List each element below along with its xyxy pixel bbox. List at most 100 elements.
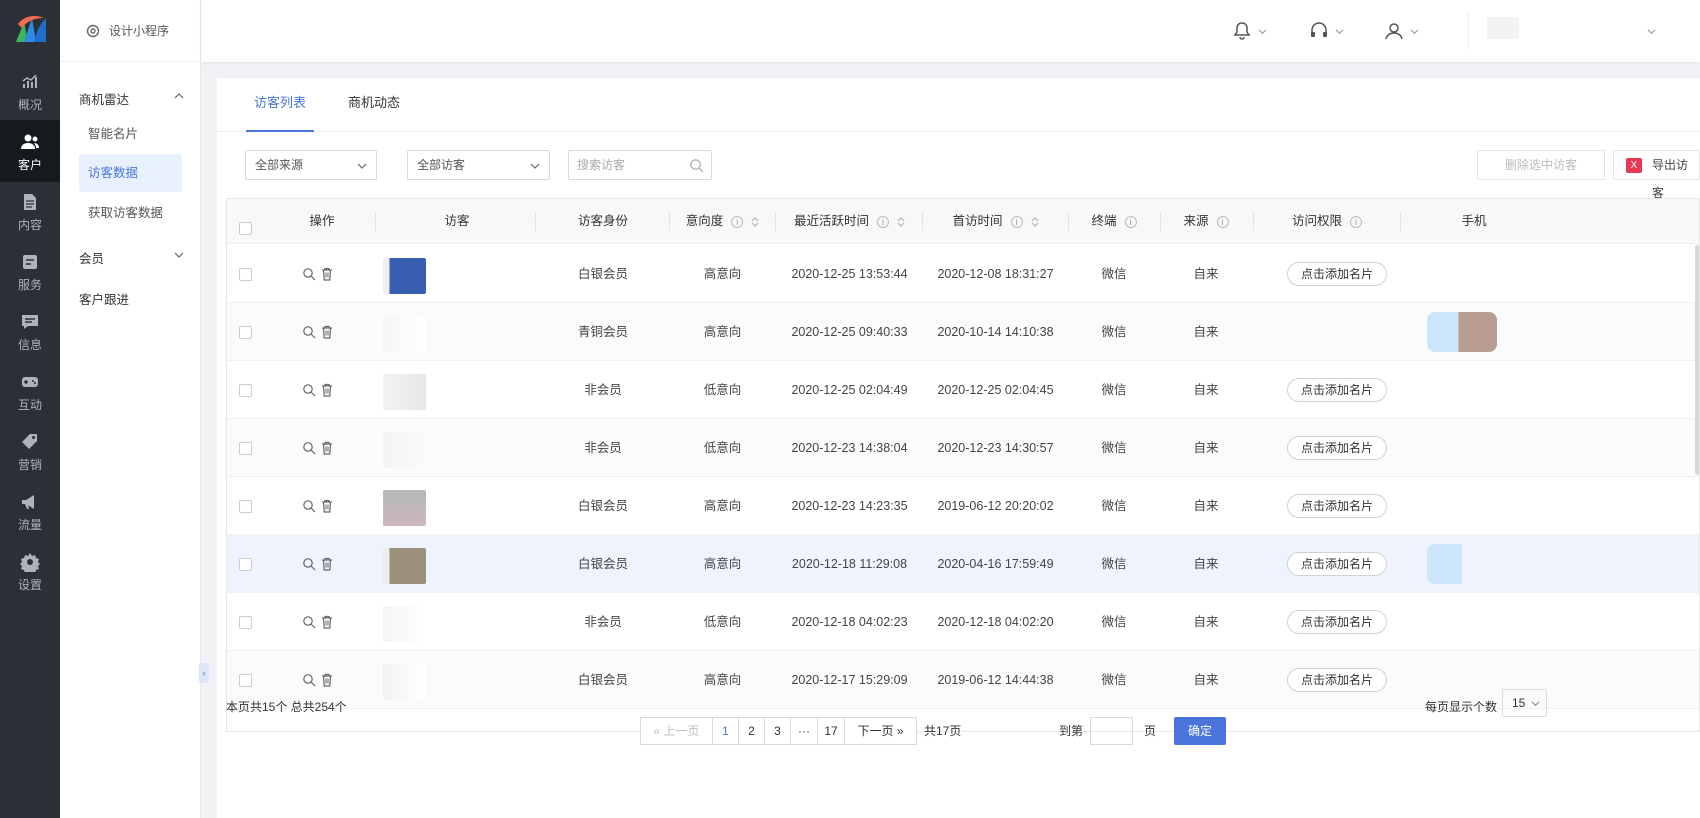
add-card-button[interactable]: 点击添加名片 bbox=[1287, 552, 1387, 576]
store-switcher[interactable] bbox=[1468, 12, 1668, 50]
row-checkbox[interactable] bbox=[239, 268, 252, 281]
delete-selected-button[interactable]: 删除选中访客 bbox=[1477, 150, 1605, 180]
table-row[interactable]: 非会员 低意向 2020-12-25 02:04:49 2020-12-25 02:0… bbox=[227, 361, 1699, 419]
trash-icon[interactable] bbox=[320, 383, 334, 397]
rail-item-content[interactable]: 内容 bbox=[0, 180, 60, 242]
add-card-button[interactable]: 点击添加名片 bbox=[1287, 378, 1387, 402]
search-icon[interactable] bbox=[302, 267, 316, 281]
visitor-avatar[interactable] bbox=[383, 664, 426, 700]
row-checkbox[interactable] bbox=[239, 384, 252, 397]
visitor-avatar[interactable] bbox=[383, 490, 426, 526]
page-ellipsis[interactable]: ··· bbox=[790, 717, 818, 745]
page-button-3[interactable]: 3 bbox=[764, 717, 791, 745]
rail-item-service[interactable]: 服务 bbox=[0, 240, 60, 302]
visitor-avatar[interactable] bbox=[383, 606, 426, 642]
search-icon[interactable] bbox=[302, 325, 316, 339]
visitor-avatar[interactable] bbox=[383, 258, 426, 294]
page-button-17[interactable]: 17 bbox=[817, 717, 845, 745]
page-button-1[interactable]: 1 bbox=[712, 717, 739, 745]
visitor-avatar[interactable] bbox=[383, 432, 426, 468]
menu-group-opportunity-radar[interactable]: 商机雷达 bbox=[79, 89, 184, 108]
search-icon[interactable] bbox=[302, 499, 316, 513]
menu-item-smart-card[interactable]: 智能名片 bbox=[79, 115, 182, 153]
notification-dropdown[interactable] bbox=[1232, 20, 1267, 42]
row-checkbox[interactable] bbox=[239, 442, 252, 455]
info-icon[interactable]: i bbox=[1216, 215, 1229, 228]
menu-group-member[interactable]: 会员 bbox=[79, 248, 184, 267]
rail-item-settings[interactable]: 设置 bbox=[0, 540, 60, 602]
search-icon[interactable] bbox=[302, 615, 316, 629]
menu-item-get-visitor-data[interactable]: 获取访客数据 bbox=[79, 194, 182, 232]
row-checkbox[interactable] bbox=[239, 558, 252, 571]
th-first-visit[interactable]: 首访时间 i bbox=[923, 199, 1068, 244]
info-icon[interactable]: i bbox=[731, 215, 744, 228]
sort-icon[interactable] bbox=[897, 216, 905, 228]
row-checkbox[interactable] bbox=[239, 500, 252, 513]
page-button-2[interactable]: 2 bbox=[738, 717, 765, 745]
visitor-avatar[interactable] bbox=[383, 374, 426, 410]
menu-item-visitor-data[interactable]: 访客数据 bbox=[79, 154, 182, 192]
trash-icon[interactable] bbox=[320, 267, 334, 281]
search-icon[interactable] bbox=[302, 383, 316, 397]
table-row[interactable]: 白银会员 高意向 2020-12-23 14:23:35 2019-06-12 20:… bbox=[227, 477, 1699, 535]
search-icon[interactable] bbox=[689, 158, 704, 173]
rail-item-interaction[interactable]: 互动 bbox=[0, 360, 60, 422]
rail-item-marketing[interactable]: 营销 bbox=[0, 420, 60, 482]
row-checkbox[interactable] bbox=[239, 616, 252, 629]
app-logo-icon[interactable] bbox=[12, 12, 48, 48]
visitor-filter-select[interactable]: 全部访客 bbox=[407, 150, 550, 180]
rail-item-traffic[interactable]: 流量 bbox=[0, 480, 60, 542]
next-page-button[interactable]: 下一页 » bbox=[844, 717, 917, 745]
search-icon[interactable] bbox=[302, 557, 316, 571]
info-icon[interactable]: i bbox=[1350, 215, 1362, 228]
per-page-select[interactable]: 15 bbox=[1502, 689, 1547, 717]
visitor-avatar[interactable] bbox=[383, 316, 426, 352]
table-row[interactable]: 白银会员 高意向 2020-12-18 11:29:08 2020-04-16 17:… bbox=[227, 535, 1699, 593]
trash-icon[interactable] bbox=[320, 499, 334, 513]
tab-opportunity-feed[interactable]: 商机动态 bbox=[340, 78, 408, 132]
info-icon[interactable]: i bbox=[1124, 215, 1137, 228]
design-miniprogram-link[interactable]: 设计小程序 bbox=[60, 0, 200, 62]
trash-icon[interactable] bbox=[320, 441, 334, 455]
support-dropdown[interactable] bbox=[1309, 20, 1344, 42]
info-icon[interactable]: i bbox=[1010, 215, 1023, 228]
confirm-goto-button[interactable]: 确定 bbox=[1174, 717, 1226, 745]
sort-icon[interactable] bbox=[1031, 216, 1039, 228]
goto-page-input[interactable] bbox=[1090, 717, 1133, 745]
collapse-menu-handle[interactable]: ‹ bbox=[199, 663, 209, 683]
rail-item-message[interactable]: 信息 bbox=[0, 300, 60, 362]
add-card-button[interactable]: 点击添加名片 bbox=[1287, 436, 1387, 460]
prev-page-button[interactable]: « 上一页 bbox=[640, 717, 713, 745]
search-input[interactable] bbox=[577, 152, 687, 178]
rail-item-overview[interactable]: 概况 bbox=[0, 60, 60, 122]
trash-icon[interactable] bbox=[320, 325, 334, 339]
menu-item-customer-follow[interactable]: 客户跟进 bbox=[79, 289, 184, 308]
table-row[interactable]: 非会员 低意向 2020-12-23 14:38:04 2020-12-23 14:3… bbox=[227, 419, 1699, 477]
trash-icon[interactable] bbox=[320, 557, 334, 571]
info-icon[interactable]: i bbox=[877, 215, 889, 228]
export-visitors-button[interactable]: X 导出访客 bbox=[1613, 150, 1700, 200]
source-filter-select[interactable]: 全部来源 bbox=[245, 150, 377, 180]
trash-icon[interactable] bbox=[320, 615, 334, 629]
account-dropdown[interactable] bbox=[1384, 20, 1419, 42]
row-checkbox[interactable] bbox=[239, 326, 252, 339]
th-recent-active[interactable]: 最近活跃时间 i bbox=[776, 199, 923, 244]
rail-item-customer[interactable]: 客户 bbox=[0, 120, 60, 182]
search-icon[interactable] bbox=[302, 673, 316, 687]
row-checkbox[interactable] bbox=[239, 674, 252, 687]
table-row[interactable]: 白银会员 高意向 2020-12-25 13:53:44 2020-12-08 18:… bbox=[227, 245, 1699, 303]
table-row[interactable]: 非会员 低意向 2020-12-18 04:02:23 2020-12-18 04:0… bbox=[227, 593, 1699, 651]
tab-visitor-list[interactable]: 访客列表 bbox=[246, 78, 315, 132]
select-all-checkbox[interactable] bbox=[239, 222, 252, 235]
table-row[interactable]: 青铜会员 高意向 2020-12-25 09:40:33 2020-10-14 14:… bbox=[227, 303, 1699, 361]
sort-icon[interactable] bbox=[751, 216, 759, 228]
add-card-button[interactable]: 点击添加名片 bbox=[1287, 610, 1387, 634]
add-card-button[interactable]: 点击添加名片 bbox=[1287, 668, 1387, 692]
table-scrollbar[interactable] bbox=[1695, 245, 1699, 475]
th-intent[interactable]: 意向度 i bbox=[670, 199, 775, 244]
visitor-avatar[interactable] bbox=[383, 548, 426, 584]
add-card-button[interactable]: 点击添加名片 bbox=[1287, 262, 1387, 286]
search-icon[interactable] bbox=[302, 441, 316, 455]
add-card-button[interactable]: 点击添加名片 bbox=[1287, 494, 1387, 518]
trash-icon[interactable] bbox=[320, 673, 334, 687]
